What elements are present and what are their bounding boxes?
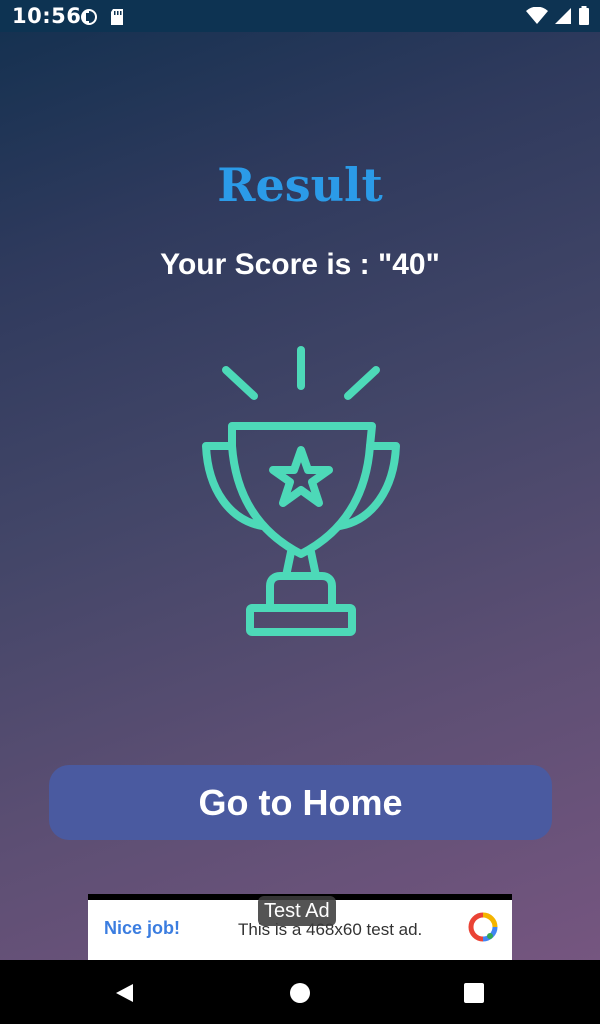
status-left-icons [80,8,124,26]
home-nav-button[interactable] [287,980,313,1006]
recents-button[interactable] [461,980,487,1006]
navigation-bar [0,960,600,1024]
status-right-icons [526,6,590,26]
recents-icon [464,983,484,1003]
status-bar: 10:56 [0,0,600,32]
page-title: Result [217,158,383,212]
ad-network-logo-icon [468,912,498,942]
trophy-icon [202,346,400,636]
score-text: Your Score is : "40" [160,248,440,281]
go-home-button[interactable]: Go to Home [49,765,552,840]
battery-icon [579,6,589,25]
app-notification-icon [81,9,97,25]
back-button[interactable] [111,980,137,1006]
ad-cta[interactable]: Nice job! [104,918,180,939]
signal-icon [555,8,571,24]
wifi-icon [526,7,548,24]
back-icon [116,984,133,1002]
test-ad-label: Test Ad [258,896,336,926]
status-time: 10:56 [12,4,82,28]
sd-card-icon [111,9,123,25]
home-icon [290,983,310,1003]
result-screen: 10:56 Result Your Score is: "40" Go to … [0,0,600,1024]
